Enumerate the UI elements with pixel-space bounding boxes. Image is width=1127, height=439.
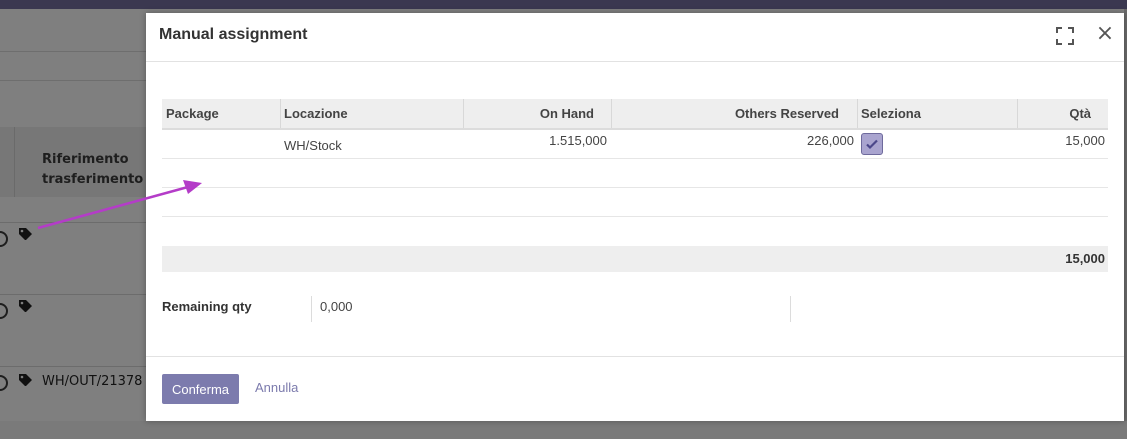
- dialog-footer: Conferma Annulla: [146, 356, 1124, 422]
- column-separator: [280, 99, 281, 128]
- expand-icon[interactable]: [1054, 25, 1076, 47]
- divider: [0, 80, 146, 81]
- cell-location: WH/Stock: [284, 138, 342, 153]
- row-reference: WH/OUT/21378: [42, 374, 143, 389]
- list-row[interactable]: [0, 222, 146, 295]
- column-separator: [14, 127, 15, 197]
- column-header-select[interactable]: Seleziona: [861, 99, 921, 128]
- row-select-radio[interactable]: [0, 231, 8, 247]
- list-row[interactable]: [0, 294, 146, 367]
- column-header-others-reserved[interactable]: Others Reserved: [612, 99, 839, 128]
- dialog-header: Manual assignment ×: [146, 13, 1124, 62]
- table-row[interactable]: WH/Stock 1.515,000 226,000 15,000: [162, 130, 1108, 159]
- remaining-qty-value: 0,000: [320, 299, 353, 314]
- check-icon: [866, 139, 878, 150]
- divider: [0, 51, 146, 52]
- tags-icon: [18, 299, 36, 317]
- cell-on-hand: 1.515,000: [549, 133, 607, 148]
- column-header-package[interactable]: Package: [166, 99, 219, 128]
- column-header-qty[interactable]: Qtà: [1018, 99, 1091, 128]
- list-row[interactable]: WH/OUT/21378: [0, 366, 146, 439]
- row-select-radio[interactable]: [0, 375, 8, 391]
- column-header-reference[interactable]: Riferimento trasferimento: [42, 150, 143, 190]
- cell-others-reserved: 226,000: [807, 133, 854, 148]
- column-header-on-hand[interactable]: On Hand: [464, 99, 594, 128]
- table-row-empty: [162, 188, 1108, 217]
- field-separator: [311, 296, 312, 322]
- cancel-button[interactable]: Annulla: [255, 380, 298, 395]
- column-separator: [857, 99, 858, 128]
- top-navbar: [0, 0, 1127, 9]
- close-icon[interactable]: ×: [1094, 23, 1116, 45]
- column-header-location[interactable]: Locazione: [284, 99, 348, 128]
- table-footer: 15,000: [162, 246, 1108, 272]
- field-separator: [790, 296, 791, 322]
- cell-qty[interactable]: 15,000: [1018, 127, 1105, 155]
- dialog-title: Manual assignment: [159, 26, 308, 43]
- tags-icon: [18, 373, 36, 391]
- row-select-radio[interactable]: [0, 303, 8, 319]
- tags-icon: [18, 227, 36, 245]
- remaining-qty-label: Remaining qty: [162, 299, 252, 314]
- total-qty: 15,000: [1065, 251, 1105, 266]
- manual-assignment-dialog: Manual assignment × Package Locazione On…: [146, 13, 1124, 421]
- table-header: Package Locazione On Hand Others Reserve…: [162, 99, 1108, 130]
- confirm-button[interactable]: Conferma: [162, 374, 239, 404]
- table-row-empty: [162, 159, 1108, 188]
- select-checkbox[interactable]: [861, 133, 883, 155]
